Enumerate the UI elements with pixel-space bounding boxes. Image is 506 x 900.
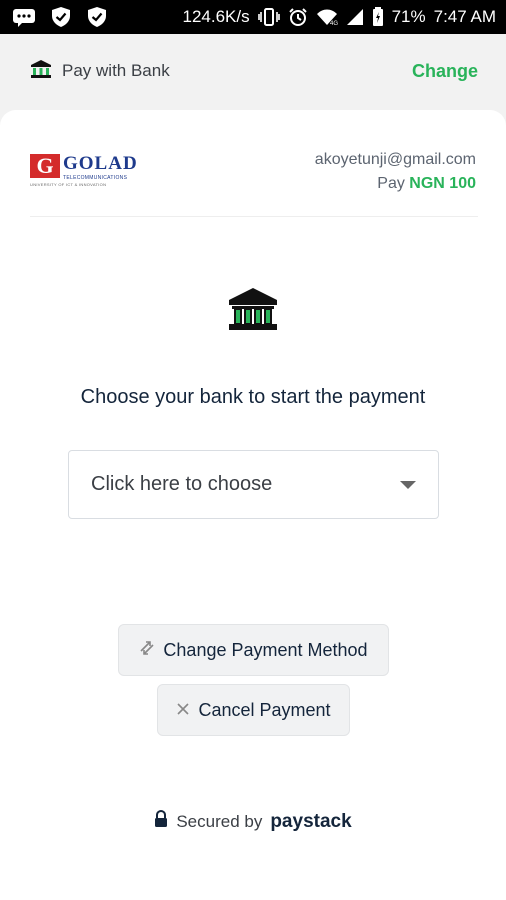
payment-header: Pay with Bank Change [0, 34, 506, 108]
cancel-payment-button[interactable]: Cancel Payment [157, 684, 350, 736]
change-button[interactable]: Change [412, 61, 478, 82]
secured-by-footer: Secured by paystack [0, 809, 506, 833]
payment-amount-line: Pay NGN 100 [315, 172, 476, 196]
bank-select-placeholder: Click here to choose [91, 473, 273, 495]
payment-summary: akoyetunji@gmail.com Pay NGN 100 [315, 148, 476, 196]
clock: 7:47 AM [433, 7, 496, 26]
alarm-icon [288, 7, 308, 27]
change-payment-method-button[interactable]: Change Payment Method [118, 624, 389, 676]
payment-card: G GOLAD TELECOMMUNICATIONS UNIVERSITY OF… [0, 110, 506, 900]
bank-select-dropdown[interactable]: Click here to choose [68, 450, 439, 519]
merchant-info-row: G GOLAD TELECOMMUNICATIONS UNIVERSITY OF… [30, 148, 476, 218]
header-title-group: Pay with Bank [30, 59, 170, 84]
merchant-logo: G GOLAD TELECOMMUNICATIONS UNIVERSITY OF… [30, 153, 138, 187]
change-payment-method-label: Change Payment Method [163, 639, 368, 660]
secured-by-label: Secured by [176, 811, 263, 831]
lock-icon [154, 809, 168, 833]
message-icon [12, 7, 36, 27]
customer-email: akoyetunji@gmail.com [314, 151, 476, 168]
shield-check-icon [86, 6, 108, 28]
battery-level: 71% [391, 7, 426, 26]
divider [30, 216, 478, 217]
cancel-payment-label: Cancel Payment [198, 699, 331, 720]
shield-check-icon [50, 6, 72, 28]
status-bar: 124.6K/s 4G 71% 7:47 AM [0, 0, 506, 34]
wifi-icon: 4G [316, 8, 338, 26]
payment-amount: NGN 100 [409, 175, 476, 192]
paystack-logo: paystack [270, 810, 352, 832]
swap-icon [139, 640, 155, 661]
bank-prompt: Choose your bank to start the payment [80, 386, 426, 408]
pay-label: Pay [377, 175, 405, 192]
chevron-down-icon [400, 480, 416, 489]
vibrate-icon [257, 8, 280, 26]
header-title: Pay with Bank [62, 61, 170, 80]
bank-icon [226, 286, 280, 332]
bank-icon [30, 59, 52, 84]
svg-text:4G: 4G [330, 21, 338, 26]
battery-icon [372, 7, 384, 27]
signal-icon [346, 8, 364, 26]
close-icon [176, 700, 190, 721]
network-speed: 124.6K/s [182, 7, 250, 26]
